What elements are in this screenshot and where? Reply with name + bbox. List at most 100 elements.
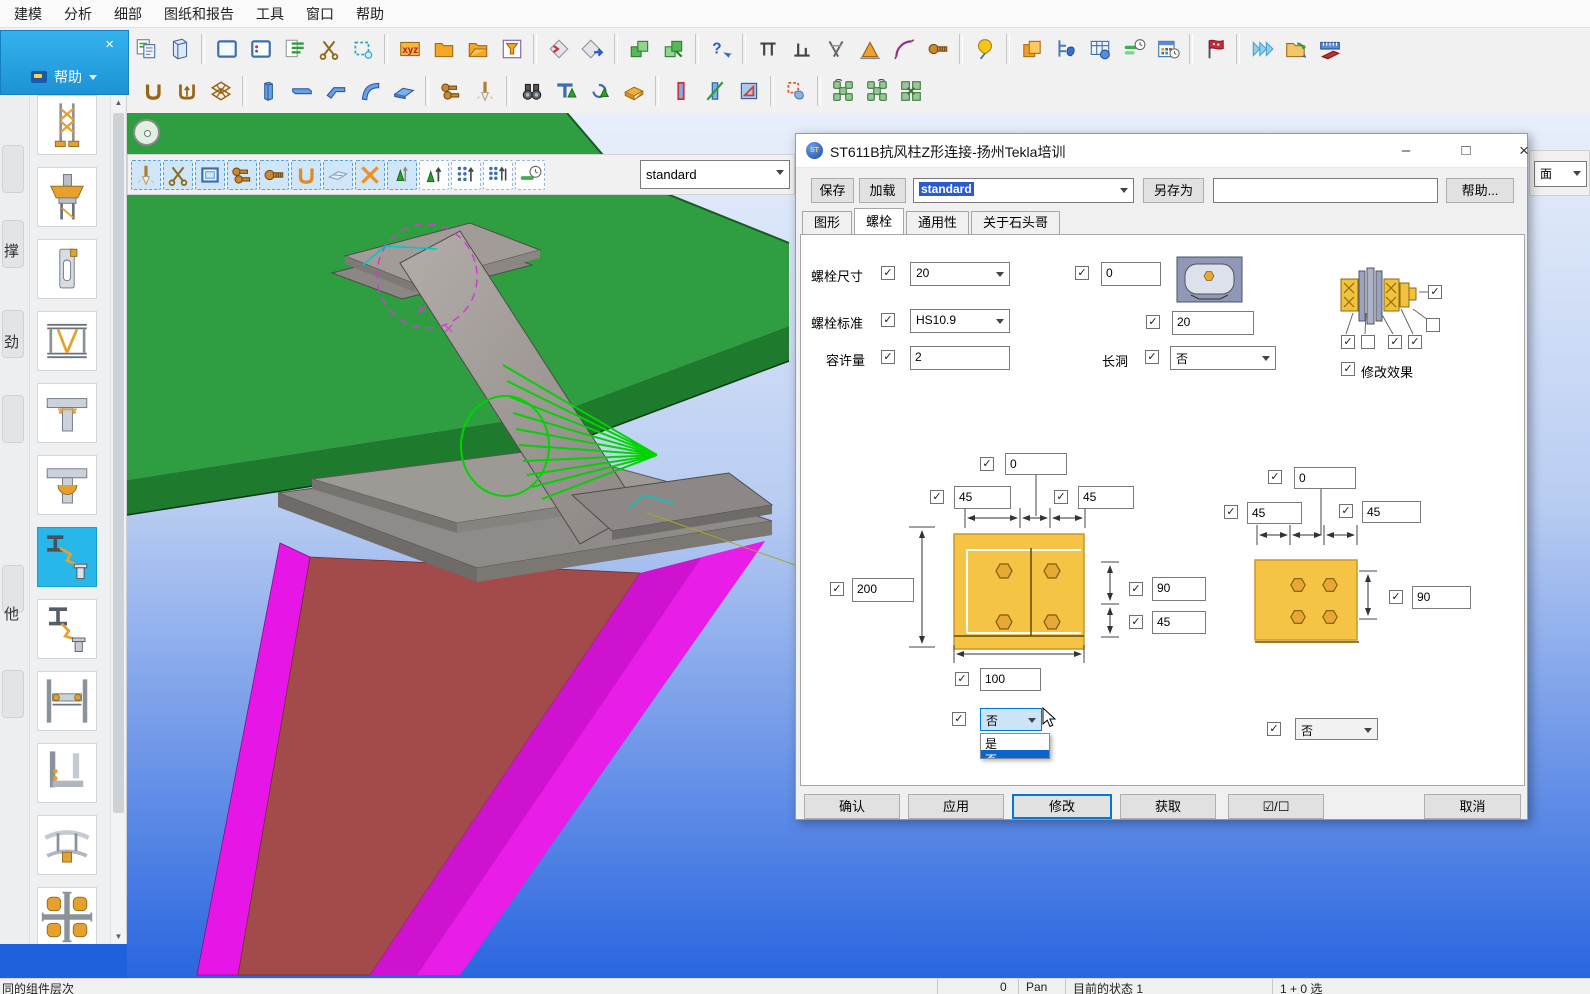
beam-create-icon[interactable]	[286, 76, 317, 107]
menu-drawings-reports[interactable]: 图纸和报告	[164, 4, 234, 24]
assembly-check-6[interactable]	[1408, 335, 1422, 349]
ld-bottom-input[interactable]: 45	[1152, 611, 1206, 634]
select-planes-icon[interactable]	[323, 159, 353, 190]
ld-left-input[interactable]: 45	[954, 486, 1011, 509]
select-single-bolts-icon[interactable]	[259, 159, 289, 190]
dropdown-item-yes[interactable]: 是	[981, 734, 1049, 751]
measure-ruler-icon[interactable]	[1314, 34, 1345, 65]
select-points-icon[interactable]	[387, 159, 417, 190]
stagger-dropdown-list[interactable]: 是 否	[980, 733, 1050, 759]
help-button[interactable]: 帮助...	[1446, 178, 1514, 203]
get-button[interactable]: 获取	[1120, 794, 1216, 819]
member-triangle-icon[interactable]	[733, 76, 764, 107]
pick-point-icon[interactable]	[969, 34, 1000, 65]
member-diagonal-icon[interactable]	[699, 76, 730, 107]
scroll-thumb[interactable]	[113, 113, 124, 813]
maximize-button[interactable]: □	[1451, 140, 1481, 162]
tab-graphics[interactable]: 图形	[802, 211, 853, 234]
report-table-icon[interactable]	[1084, 34, 1115, 65]
rd-offset-input[interactable]: 0	[1294, 467, 1356, 489]
coordinates-xyz-icon[interactable]: xyz	[394, 34, 425, 65]
component-thumb-8[interactable]	[37, 599, 97, 659]
rd-right-input[interactable]: 45	[1362, 501, 1421, 523]
tolerance-checkbox[interactable]	[881, 350, 895, 364]
ld-height-input[interactable]: 200	[852, 578, 914, 602]
rd-left-checkbox[interactable]	[1224, 505, 1238, 519]
area-select-icon[interactable]	[347, 34, 378, 65]
menu-detailing[interactable]: 细部	[114, 4, 142, 24]
hole-offset-input[interactable]: 0	[1101, 262, 1161, 286]
ld-offset-input[interactable]: 0	[1005, 453, 1067, 475]
rail-group[interactable]	[2, 395, 24, 443]
component-thumb-11[interactable]	[37, 815, 97, 875]
select-grids-icon[interactable]	[419, 159, 449, 190]
rd-left-input[interactable]: 45	[1247, 502, 1302, 524]
ld-height-checkbox[interactable]	[830, 582, 844, 596]
model-view-icon[interactable]	[164, 34, 195, 65]
rail-label-ta[interactable]: 他	[4, 603, 19, 624]
fence-bottom-icon[interactable]	[786, 34, 817, 65]
bolt-standard-combo[interactable]: HS10.9	[910, 309, 1010, 333]
measure-bolt-icon[interactable]	[922, 34, 953, 65]
ld-right-checkbox[interactable]	[1054, 490, 1068, 504]
column-orthogonal-icon[interactable]	[550, 76, 581, 107]
twin-profile-icon[interactable]	[584, 76, 615, 107]
next-object-icon[interactable]	[577, 34, 608, 65]
load-button[interactable]: 加载	[859, 178, 906, 203]
bolt-size-checkbox[interactable]	[881, 266, 895, 280]
component-thumb-6[interactable]	[37, 455, 97, 515]
ok-button[interactable]: 确认	[804, 794, 900, 819]
select-welds-icon[interactable]	[131, 159, 161, 190]
component-thumb-5[interactable]	[37, 383, 97, 443]
rail-group[interactable]	[2, 145, 24, 193]
window-layout-icon[interactable]	[245, 34, 276, 65]
slotted-combo[interactable]: 否	[1170, 346, 1276, 370]
select-bolt-groups-icon[interactable]	[227, 159, 257, 190]
close-button[interactable]: ×	[1509, 140, 1539, 162]
select-rebar-icon[interactable]	[483, 159, 513, 190]
assembly-check-3[interactable]	[1341, 335, 1355, 349]
select-grid-lines-icon[interactable]	[451, 159, 481, 190]
catalog-scrollbar[interactable]: ▲ ▼	[110, 95, 125, 944]
face-combo[interactable]: 面	[1534, 161, 1587, 187]
ld-spacing-input[interactable]: 90	[1152, 577, 1206, 601]
component-thumb-2[interactable]	[37, 167, 97, 227]
assembly-check-5[interactable]	[1388, 335, 1402, 349]
plate-create-icon[interactable]	[388, 76, 419, 107]
menu-tools[interactable]: 工具	[256, 4, 284, 24]
project-flag-icon[interactable]	[1199, 34, 1230, 65]
cancel-button[interactable]: 取消	[1424, 794, 1521, 819]
schedule-icon[interactable]	[1152, 34, 1183, 65]
rail-group[interactable]	[2, 670, 24, 718]
ld-width-checkbox[interactable]	[955, 672, 969, 686]
hole-extra-input[interactable]: 20	[1172, 311, 1254, 335]
rail-label-jin[interactable]: 劲	[4, 331, 19, 352]
tab-about[interactable]: 关于石头哥	[971, 211, 1061, 234]
measure-area-icon[interactable]	[854, 34, 885, 65]
weld-create-icon[interactable]	[469, 76, 500, 107]
select-cuts-icon[interactable]	[163, 159, 193, 190]
save-folder-icon[interactable]	[462, 34, 493, 65]
channel-u2-icon[interactable]	[171, 76, 202, 107]
chevron-down-icon[interactable]	[89, 74, 97, 80]
tab-general[interactable]: 通用性	[906, 211, 970, 234]
dialog-titlebar[interactable]: ST ST611B抗风柱Z形连接-扬州Tekla培训 – □ ×	[796, 134, 1529, 168]
select-lasso-icon[interactable]	[780, 76, 811, 107]
component-thumb-7-z-connection[interactable]	[37, 527, 97, 587]
tab-bolts[interactable]: 螺栓	[854, 208, 905, 234]
copy-object-icon[interactable]	[624, 34, 655, 65]
task-clock-icon[interactable]	[1118, 34, 1149, 65]
curved-beam-icon[interactable]	[354, 76, 385, 107]
ld-stagger-combo[interactable]: 否	[980, 708, 1042, 731]
ld-bottom-checkbox[interactable]	[1129, 615, 1143, 629]
pad-footing-icon[interactable]	[618, 76, 649, 107]
rd-offset-checkbox[interactable]	[1268, 470, 1282, 484]
ld-left-checkbox[interactable]	[930, 490, 944, 504]
minimize-button[interactable]: –	[1391, 140, 1421, 162]
save-as-button[interactable]: 另存为	[1143, 178, 1204, 203]
settings-profile-combo[interactable]: standard	[913, 178, 1134, 203]
slotted-checkbox[interactable]	[1145, 350, 1159, 364]
assembly-check-2[interactable]	[1426, 318, 1440, 332]
prev-object-icon[interactable]	[543, 34, 574, 65]
member-end-icon[interactable]	[665, 76, 696, 107]
